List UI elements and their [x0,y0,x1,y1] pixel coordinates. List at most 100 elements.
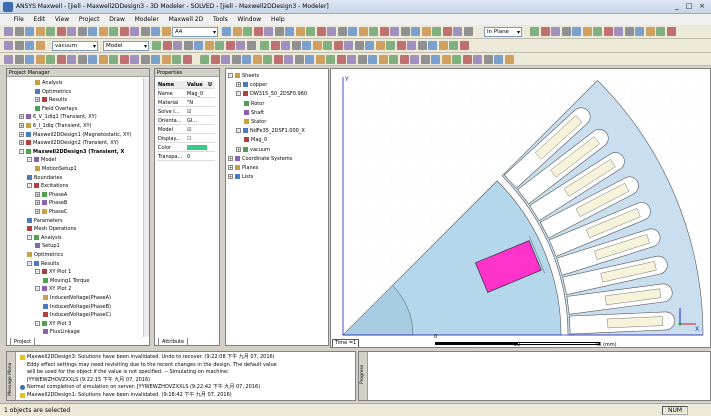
tree-item[interactable]: + PhaseA [35,191,67,199]
toolbar-tool-icon[interactable] [242,55,251,64]
toolbar-tool-icon[interactable] [666,27,676,36]
toolbar-tool-icon[interactable] [333,41,343,50]
tree-expander-icon[interactable]: + [35,97,40,103]
toolbar-tool-icon[interactable] [441,55,451,64]
toolbar-tool-icon[interactable] [46,27,55,36]
menu-help[interactable]: Help [267,14,289,25]
toolbar-tool-icon[interactable] [4,27,13,36]
toolbar-tool-icon[interactable] [420,55,430,64]
tree-item[interactable]: + Maxwell2DDesign2 (Transient, XY) [19,139,119,147]
toolbar-tool-icon[interactable] [222,27,231,36]
toolbar-tool-icon[interactable] [291,41,301,50]
tree-expander-icon[interactable]: + [228,155,233,161]
modeler-viewport[interactable]: Y X Time =1 0 20 40 (mm) [330,68,711,348]
tree-item[interactable]: InducedVoltage(PhaseB) [43,303,111,311]
toolbar-tool-icon[interactable] [243,27,252,36]
model-combo[interactable]: Model [103,41,149,51]
property-row[interactable]: Material "N [157,99,215,107]
tree-item[interactable]: + Maxwell2DDesign1 (Magnetostatic, XY) [19,131,131,139]
tree-expander-icon[interactable]: - [27,234,32,240]
toolbar-tool-icon[interactable] [77,55,87,64]
tree-item[interactable]: - XY Plot 3 [35,320,71,328]
tree-item[interactable]: Parameters [27,217,63,225]
tree-expander-icon[interactable]: - [27,260,32,266]
property-value[interactable]: ☑ [187,126,207,134]
toolbar-tool-icon[interactable] [215,41,224,50]
property-value[interactable]: 0 [187,153,207,161]
tree-expander-icon[interactable]: - [35,269,40,275]
toolbar-tool-icon[interactable] [624,27,634,36]
tree-item[interactable]: MotionSetup1 [35,165,77,173]
toolbar-tool-icon[interactable] [614,27,623,36]
tree-expander-icon[interactable]: - [19,148,24,154]
maximize-button[interactable]: □ [684,2,694,11]
toolbar-tool-icon[interactable] [140,55,150,64]
toolbar-tool-icon[interactable] [200,55,209,64]
toolbar-tool-icon[interactable] [540,27,550,36]
tree-item[interactable]: + Results [35,96,67,104]
menu-maxwell2d[interactable]: Maxwell 2D [165,14,208,25]
toolbar-tool-icon[interactable] [378,55,388,64]
tree-expander-icon[interactable]: - [35,320,40,326]
toolbar-tool-icon[interactable] [204,41,214,50]
tree-item[interactable]: +6_I_1dlq (Transient, XY) [19,122,92,130]
toolbar-tool-icon[interactable] [463,27,473,36]
toolbar-tool-icon[interactable] [337,27,347,36]
toolbar-tool-icon[interactable] [635,27,644,36]
toolbar-tool-icon[interactable] [572,27,581,36]
tree-item[interactable]: Optimetrics [35,88,71,96]
toolbar-tool-icon[interactable] [421,27,431,36]
toolbar-tool-icon[interactable] [365,41,374,50]
menu-project[interactable]: Project [75,14,104,25]
toolbar-tool-icon[interactable] [603,27,613,36]
toolbar-tool-icon[interactable] [449,41,458,50]
toolbar-tool-icon[interactable] [407,41,416,50]
tree-item[interactable]: Shaft [244,109,264,117]
menu-tools[interactable]: Tools [209,14,232,25]
tree-expander-icon[interactable]: + [35,191,40,197]
toolbar-tool-icon[interactable] [35,27,45,36]
toolbar-tool-icon[interactable] [358,27,368,36]
toolbar-tool-icon[interactable] [375,41,385,50]
tree-expander-icon[interactable]: - [27,157,32,163]
menu-edit[interactable]: Edit [30,14,50,25]
toolbar-tool-icon[interactable] [645,27,655,36]
tree-expander-icon[interactable]: + [19,123,24,128]
toolbar-tool-icon[interactable] [281,41,290,50]
property-row[interactable]: Transpa... 0 [157,153,215,161]
toolbar-tool-icon[interactable] [109,27,118,36]
minimize-button[interactable]: _ [672,2,682,11]
tree-item[interactable]: InducedVoltage(PhaseC) [43,311,111,319]
toolbar-tool-icon[interactable] [152,41,161,50]
toolbar-tool-icon[interactable] [162,41,172,50]
toolbar-tool-icon[interactable] [231,55,241,64]
toolbar-tool-icon[interactable] [417,41,427,50]
project-tree-scrollbar[interactable] [143,78,149,337]
tree-item[interactable]: - Sheets [228,72,259,80]
toolbar-tool-icon[interactable] [274,27,284,36]
tree-item[interactable]: - Model [27,156,56,164]
toolbar-tool-icon[interactable] [390,27,399,36]
toolbar-tool-icon[interactable] [432,27,441,36]
toolbar-tool-icon[interactable] [25,41,34,50]
tree-item[interactable]: - Maxwell2DDesign3 (Transient, X [19,148,124,156]
toolbar-tool-icon[interactable] [316,27,326,36]
tree-item[interactable]: Moving1 Torque [43,277,90,285]
tree-expander-icon[interactable]: - [228,73,233,78]
tree-expander-icon[interactable]: + [19,114,24,120]
menu-view[interactable]: View [51,14,73,25]
toolbar-tool-icon[interactable] [225,41,235,50]
menu-file[interactable]: File [10,14,28,25]
menu-modeler[interactable]: Modeler [131,14,163,25]
tree-expander-icon[interactable]: + [236,82,241,88]
tree-item[interactable]: - XY Plot 1 [35,268,71,276]
toolbar-tool-icon[interactable] [284,55,293,64]
property-value[interactable] [187,145,207,150]
toolbar-tool-icon[interactable] [253,27,263,36]
toolbar-tool-icon[interactable] [410,55,419,64]
tree-item[interactable]: Boundaries [27,174,62,182]
toolbar-tool-icon[interactable] [109,55,118,64]
toolbar-tool-icon[interactable] [260,41,269,50]
toolbar-tool-icon[interactable] [35,41,45,50]
property-row[interactable]: Model ☑ [157,126,215,134]
